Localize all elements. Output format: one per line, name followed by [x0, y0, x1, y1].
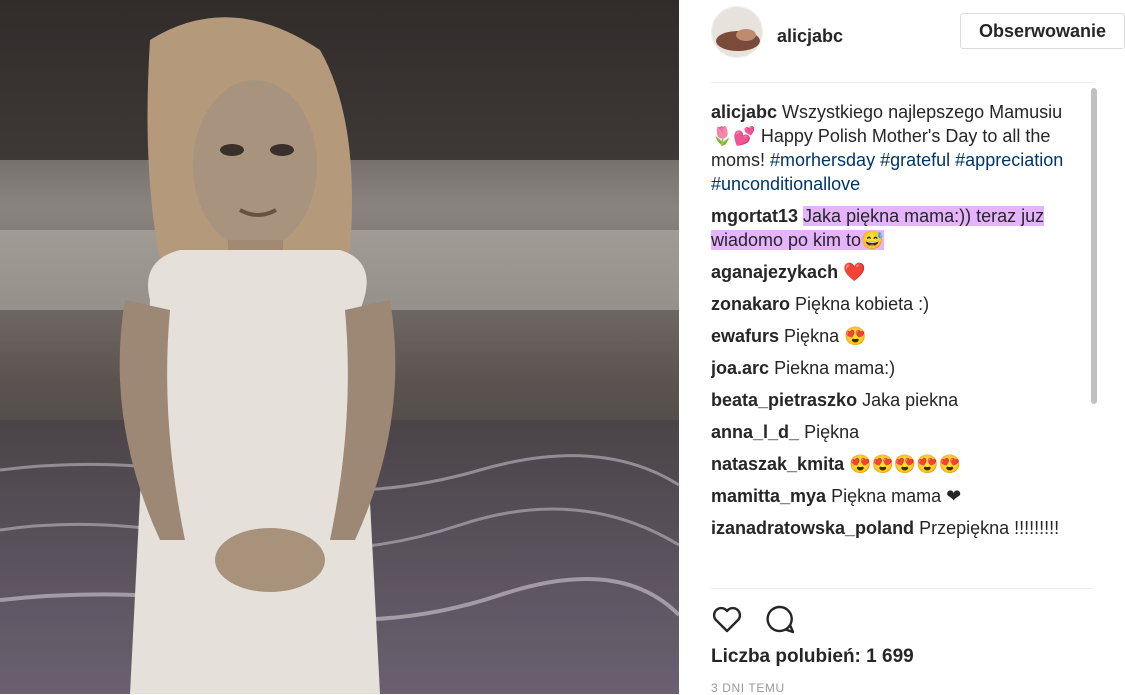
- caption-text: Wszystkiego najlepszego Mamusiu: [777, 102, 1063, 122]
- divider: [711, 82, 1093, 83]
- comment-author[interactable]: nataszak_kmita: [711, 454, 844, 474]
- hashtag-link[interactable]: #unconditionallove: [711, 174, 860, 194]
- comments-list[interactable]: alicjabc Wszystkiego najlepszego Mamusiu…: [711, 100, 1083, 586]
- avatar-image: [712, 7, 762, 57]
- comment-item: ewafurs Piękna 😍: [711, 324, 1083, 348]
- comment-emoji: ❤: [946, 486, 962, 506]
- speech-bubble-icon: [766, 605, 795, 634]
- comment-author[interactable]: beata_pietraszko: [711, 390, 857, 410]
- comment-author[interactable]: ewafurs: [711, 326, 779, 346]
- photo-illustration: [0, 0, 679, 694]
- post-photo[interactable]: [0, 0, 679, 694]
- comment-item: izanadratowska_poland Przepiękna !!!!!!!…: [711, 516, 1083, 540]
- comment-item: beata_pietraszko Jaka piekna: [711, 388, 1083, 412]
- comment-author[interactable]: aganajezykach: [711, 262, 838, 282]
- comment-text: Jaka piekna: [862, 390, 959, 410]
- comment-item: zonakaro Piękna kobieta :): [711, 292, 1083, 316]
- comment-item: nataszak_kmita 😍😍😍😍😍: [711, 452, 1083, 476]
- comment-author[interactable]: anna_l_d_: [711, 422, 799, 442]
- hashtag-link[interactable]: #grateful: [880, 150, 950, 170]
- comment-text: Piękna: [784, 326, 840, 346]
- comment-text: Piękna mama: [831, 486, 942, 506]
- post-sidebar: alicjabc Obserwowanie alicjabc Wszystkie…: [679, 0, 1125, 695]
- comment-item: mgortat13 Jaka piękna mama:)) teraz juz …: [711, 204, 1083, 252]
- comment-author[interactable]: joa.arc: [711, 358, 769, 378]
- comment-emoji: 😅: [861, 230, 884, 250]
- likes-count[interactable]: Liczba polubień: 1 699: [711, 646, 914, 668]
- comment-emoji: 😍: [844, 326, 867, 346]
- caption-author[interactable]: alicjabc: [711, 102, 777, 122]
- header-username[interactable]: alicjabc: [777, 26, 843, 47]
- caption: alicjabc Wszystkiego najlepszego Mamusiu…: [711, 100, 1083, 196]
- comment-item: aganajezykach ❤️: [711, 260, 1083, 284]
- post-timestamp: 3 DNI TEMU: [711, 681, 785, 695]
- hashtag-link[interactable]: #appreciation: [955, 150, 1063, 170]
- comment-item: mamitta_mya Piękna mama ❤: [711, 484, 1083, 508]
- heart-outline-icon: [712, 606, 742, 633]
- comment-author[interactable]: mgortat13: [711, 206, 798, 226]
- comment-text: Przepiękna !!!!!!!!!: [919, 518, 1060, 538]
- hashtag-link[interactable]: #morhersday: [770, 150, 875, 170]
- comment-item: joa.arc Piekna mama:): [711, 356, 1083, 380]
- avatar[interactable]: [711, 6, 763, 58]
- comment-item: anna_l_d_ Piękna: [711, 420, 1083, 444]
- follow-button[interactable]: Obserwowanie: [960, 13, 1125, 49]
- divider: [711, 588, 1093, 589]
- like-button[interactable]: [711, 603, 743, 635]
- comment-author[interactable]: izanadratowska_poland: [711, 518, 914, 538]
- comment-button[interactable]: [764, 603, 796, 635]
- comment-emoji: ❤️: [843, 262, 866, 282]
- comment-text: Piekna mama:): [774, 358, 896, 378]
- comment-text: Piękna: [804, 422, 860, 442]
- comment-author[interactable]: mamitta_mya: [711, 486, 826, 506]
- caption-emoji: 🌷💕: [711, 126, 756, 146]
- comment-emoji: 😍😍😍😍😍: [849, 454, 962, 474]
- post-header: alicjabc Obserwowanie: [711, 6, 1125, 64]
- comment-author[interactable]: zonakaro: [711, 294, 790, 314]
- comment-text: Piękna kobieta :): [795, 294, 930, 314]
- scrollbar-thumb[interactable]: [1091, 88, 1097, 404]
- comments-scrollbar[interactable]: [1090, 88, 1098, 584]
